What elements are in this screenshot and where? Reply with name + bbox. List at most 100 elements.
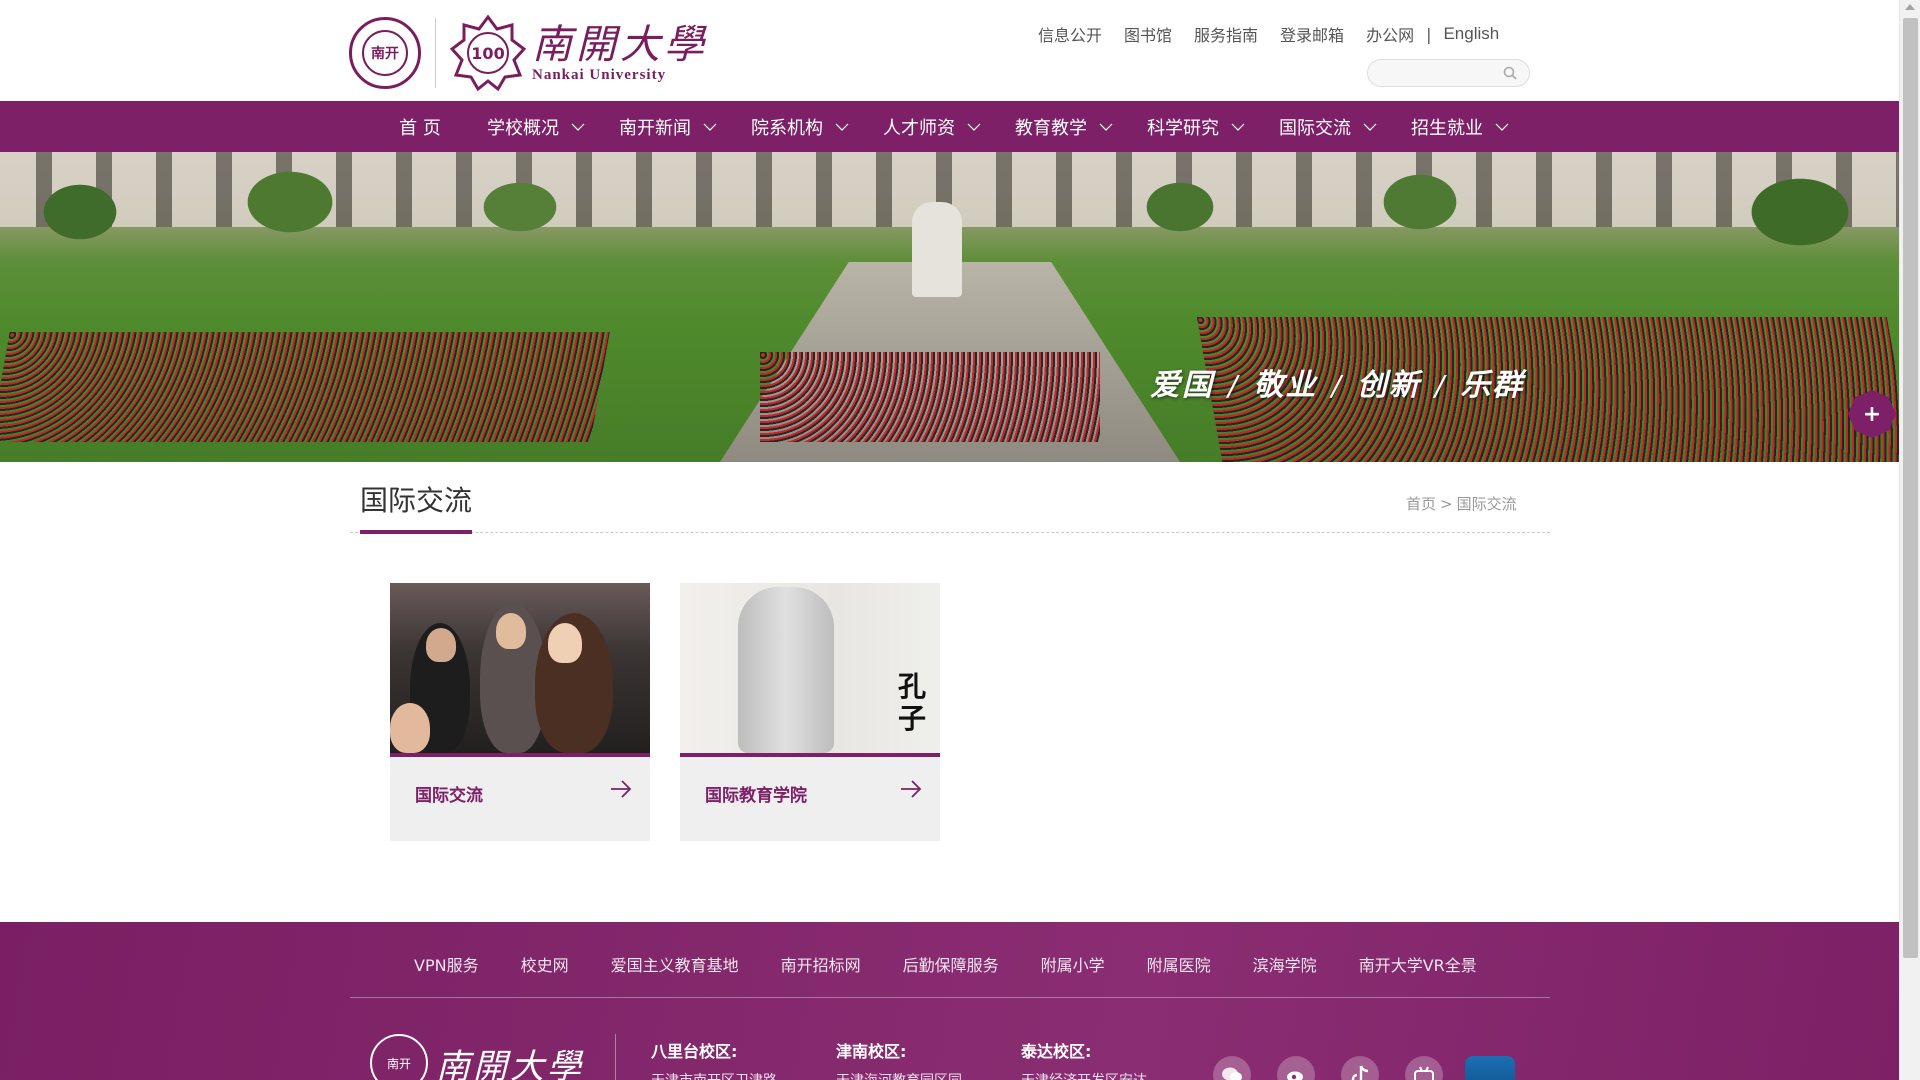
logo-wordmark: 南開大學 Nankai University <box>532 23 708 84</box>
seal-center-text: 南开 <box>362 30 408 76</box>
footer-link-hospital[interactable]: 附属医院 <box>1147 952 1211 976</box>
nav-label: 学校概况 <box>487 117 559 139</box>
link-info-disclosure[interactable]: 信息公开 <box>1038 22 1102 46</box>
wechat-icon[interactable] <box>1213 1056 1251 1080</box>
chevron-down-icon <box>967 123 981 131</box>
arrow-right-icon <box>611 780 632 798</box>
banner-crowd-center <box>760 352 1100 442</box>
card-international-education-school[interactable]: 孔 子 国际教育学院 <box>680 583 940 841</box>
link-separator: | <box>1426 24 1432 44</box>
image-person-face <box>548 623 582 663</box>
link-service-guide[interactable]: 服务指南 <box>1194 22 1258 46</box>
logo-chinese-name: 南開大學 <box>532 21 708 68</box>
nav-item-education[interactable]: 教育教学 <box>998 101 1130 152</box>
breadcrumb-home[interactable]: 首页 <box>1406 495 1436 513</box>
search-input[interactable] <box>1368 60 1498 86</box>
campus-name: 泰达校区: <box>1021 1042 1092 1061</box>
motto-word: 创新 <box>1356 368 1421 403</box>
motto-word: 爱国 <box>1150 368 1214 403</box>
centenary-number: 100 <box>471 43 505 63</box>
campus-taida: 泰达校区: 天津经济开发区安达 <box>1021 1038 1147 1080</box>
card-accent-bar <box>680 753 940 757</box>
douyin-icon[interactable] <box>1341 1056 1379 1080</box>
scroll-thumb[interactable] <box>1903 18 1918 958</box>
footer-link-patriotic-base[interactable]: 爱国主义教育基地 <box>611 952 739 976</box>
nav-label: 教育教学 <box>1015 117 1087 139</box>
campus-name: 八里台校区: <box>651 1042 738 1061</box>
footer-link-binhai[interactable]: 滨海学院 <box>1253 952 1317 976</box>
chevron-down-icon <box>835 123 849 131</box>
footer-link-vpn[interactable]: VPN服务 <box>414 952 479 976</box>
site-header: 南开 100 南開大學 Nankai University 信息公开 图书馆 服… <box>0 0 1899 101</box>
card-label: 国际教育学院 <box>705 786 807 806</box>
footer-logo-text: 南開大學 <box>436 1046 584 1080</box>
app-badge-icon[interactable] <box>1465 1056 1515 1080</box>
card-label: 国际交流 <box>415 786 483 806</box>
campus-address: 天津经济开发区安达 <box>1021 1070 1147 1080</box>
link-office-net[interactable]: 办公网 <box>1366 22 1414 46</box>
nav-item-overview[interactable]: 学校概况 <box>470 101 602 152</box>
nav-item-admissions[interactable]: 招生就业 <box>1394 101 1526 152</box>
centenary-emblem: 100 <box>450 15 526 91</box>
link-mail-login[interactable]: 登录邮箱 <box>1280 22 1344 46</box>
arrow-right-icon <box>901 780 922 798</box>
footer-divider <box>350 997 1550 998</box>
breadcrumb-current: 国际交流 <box>1456 495 1517 513</box>
motto-separator: / <box>1331 369 1343 402</box>
campus-address: 天津市南开区卫津路 <box>651 1070 777 1080</box>
calligraphy-char: 孔 <box>898 670 927 703</box>
nav-item-departments[interactable]: 院系机构 <box>734 101 866 152</box>
logo-divider <box>435 18 436 88</box>
nav-label: 院系机构 <box>751 117 823 139</box>
site-footer: VPN服务 校史网 爱国主义教育基地 南开招标网 后勤保障服务 附属小学 附属医… <box>0 922 1899 1080</box>
link-english[interactable]: English <box>1443 24 1499 44</box>
top-links: 信息公开 图书馆 服务指南 登录邮箱 办公网 | English <box>1038 22 1499 46</box>
link-library[interactable]: 图书馆 <box>1124 22 1172 46</box>
calligraphy-text: 孔 子 <box>898 671 926 735</box>
campus-name: 津南校区: <box>836 1042 907 1061</box>
footer-link-bidding[interactable]: 南开招标网 <box>781 952 861 976</box>
footer-link-history[interactable]: 校史网 <box>521 952 569 976</box>
title-divider <box>350 532 1550 533</box>
chevron-down-icon <box>1363 123 1377 131</box>
social-icons <box>1213 1056 1515 1080</box>
campus-address: 天津海河教育园区同 <box>836 1070 962 1080</box>
footer-logo-divider <box>615 1034 616 1080</box>
nav-item-research[interactable]: 科学研究 <box>1130 101 1262 152</box>
image-person-face <box>390 703 430 753</box>
banner-crowd-left <box>0 332 610 442</box>
search-icon[interactable] <box>1503 66 1517 80</box>
chevron-down-icon <box>703 123 717 131</box>
image-person-face <box>496 613 526 649</box>
motto-word: 乐群 <box>1460 368 1525 403</box>
breadcrumb: 首页 > 国际交流 <box>1406 493 1517 514</box>
card-image-confucius: 孔 子 <box>680 583 940 753</box>
page-scrollbar[interactable] <box>1899 0 1920 1080</box>
main-nav: 首 页 学校概况 南开新闻 院系机构 人才师资 教育教学 科学研究 国际交流 招… <box>0 101 1899 152</box>
confucius-statue <box>738 587 834 753</box>
nav-item-faculty[interactable]: 人才师资 <box>866 101 998 152</box>
calligraphy-char: 子 <box>898 702 927 735</box>
footer-link-primary-school[interactable]: 附属小学 <box>1041 952 1105 976</box>
footer-link-vr[interactable]: 南开大学VR全景 <box>1359 952 1477 976</box>
hero-banner: 爱国 / 敬业 / 创新 / 乐群 + <box>0 152 1899 462</box>
footer-seal: 南开 <box>370 1034 428 1080</box>
footer-link-logistics[interactable]: 后勤保障服务 <box>903 952 999 976</box>
card-international-exchange[interactable]: 国际交流 <box>390 583 650 841</box>
scroll-up-icon[interactable] <box>1905 4 1915 10</box>
site-logo[interactable]: 南开 100 南開大學 Nankai University <box>349 15 708 91</box>
card-image-students <box>390 583 650 753</box>
nav-item-news[interactable]: 南开新闻 <box>602 101 734 152</box>
page-title: 国际交流 <box>360 484 473 517</box>
nav-label: 国际交流 <box>1279 117 1351 139</box>
weibo-icon[interactable] <box>1277 1056 1315 1080</box>
title-underline <box>360 530 472 534</box>
nav-label: 招生就业 <box>1411 117 1483 139</box>
nav-item-home[interactable]: 首 页 <box>370 101 470 152</box>
bilibili-icon[interactable] <box>1405 1056 1443 1080</box>
nav-label: 人才师资 <box>883 117 955 139</box>
nav-label: 南开新闻 <box>619 117 691 139</box>
card-accent-bar <box>390 753 650 757</box>
nav-item-international[interactable]: 国际交流 <box>1262 101 1394 152</box>
nav-label: 科学研究 <box>1147 117 1219 139</box>
